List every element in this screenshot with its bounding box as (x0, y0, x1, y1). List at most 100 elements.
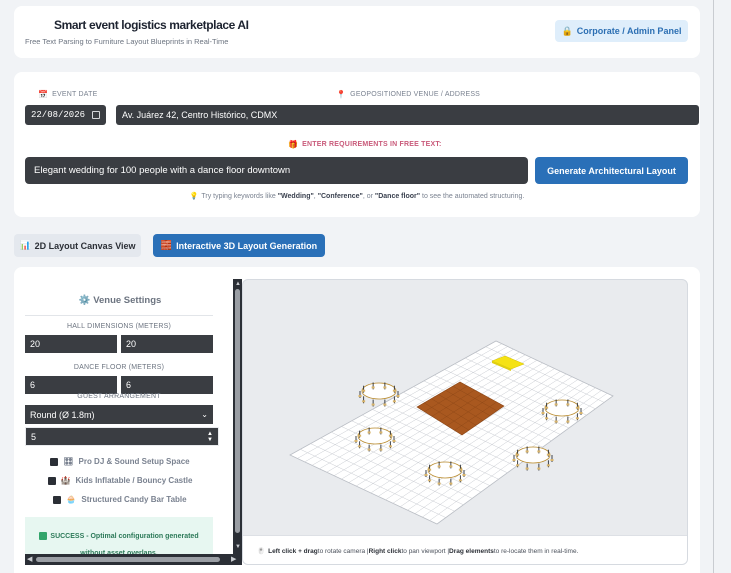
castle-icon: 🏰 (60, 476, 71, 485)
page-scrollbar[interactable] (713, 0, 714, 573)
tab-2d-label: 2D Layout Canvas View (34, 240, 136, 251)
chair-seat (462, 474, 466, 476)
guest-arrangement-label: GUEST ARRANGEMENT (77, 393, 161, 400)
chair-seat (367, 448, 371, 451)
guest-arrangement-value: Round (Ø 1.8m) (30, 409, 95, 420)
3d-scene[interactable] (243, 280, 688, 535)
chair-seat (449, 482, 453, 485)
chair-seat (449, 465, 453, 468)
calendar-icon: 📅 (38, 90, 49, 99)
chair-seat (379, 448, 383, 451)
3d-viewport[interactable]: 🖱️ Left click + drag to rotate camera | R… (242, 279, 688, 565)
settings-vertical-scrollbar[interactable]: ▲ ▼ (233, 279, 242, 554)
tab-2d-layout[interactable]: 📊 2D Layout Canvas View (14, 234, 141, 257)
chair-seat (383, 403, 387, 406)
scroll-right-icon[interactable]: ▶ (231, 555, 236, 563)
venue-label-text: GEOPOSITIONED VENUE / ADDRESS (350, 91, 481, 98)
mouse-icon: 🖱️ (257, 548, 266, 555)
chair-seat (367, 431, 371, 434)
event-date-input[interactable]: 22/08/2026 (25, 105, 106, 125)
admin-panel-button[interactable]: 🔒 Corporate / Admin Panel (555, 20, 688, 42)
hall-length-value: 20 (126, 339, 137, 349)
venue-address-input[interactable]: Av. Juárez 42, Centro Histórico, CDMX (116, 105, 699, 125)
requirements-label-text: ENTER REQUIREMENTS IN FREE TEXT: (302, 141, 442, 148)
chair-seat (358, 395, 362, 397)
dj-setup-label: Pro DJ & Sound Setup Space (78, 457, 190, 466)
gear-icon: ⚙️ (78, 295, 91, 306)
chair-seat (358, 445, 362, 448)
divider (25, 315, 213, 316)
chair-seat (392, 389, 396, 392)
chair-seat (546, 453, 550, 456)
event-form: 📅 EVENT DATE 📍 GEOPOSITIONED VENUE / ADD… (14, 72, 700, 217)
chair-seat (358, 434, 362, 437)
chair-seat (362, 400, 366, 403)
chair-seat (541, 412, 545, 414)
chair-seat (354, 440, 358, 442)
dance-floor-width-input[interactable]: 6 (25, 376, 117, 394)
venue-address-value: Av. Juárez 42, Centro Histórico, CDMX (122, 110, 278, 120)
venue-settings-panel[interactable]: ⚙️ Venue Settings HALL DIMENSIONS (METER… (25, 279, 242, 565)
chair-seat (371, 403, 375, 406)
chair-seat (554, 420, 558, 423)
requirements-value: Elegant wedding for 100 people with a da… (34, 165, 291, 176)
hint-keyword-dance-floor: "Dance floor" (374, 193, 421, 200)
horizontal-scroll-thumb[interactable] (36, 557, 220, 562)
instr-rotate-text: to rotate camera | (317, 547, 369, 555)
table-top (361, 382, 397, 400)
map-pin-icon: 📍 (336, 90, 347, 99)
chair-seat (525, 467, 529, 470)
tab-3d-layout[interactable]: 🧱 Interactive 3D Layout Generation (153, 234, 325, 257)
admin-panel-label: Corporate / Admin Panel (576, 26, 682, 36)
keyword-hint: 💡 Try typing keywords like "Wedding", "Co… (14, 192, 700, 200)
viewport-instructions: 🖱️ Left click + drag to rotate camera | R… (243, 535, 687, 564)
chair-seat (396, 395, 400, 397)
chair-seat (579, 412, 583, 414)
date-picker-icon[interactable] (92, 111, 100, 119)
scroll-left-icon[interactable]: ◀ (27, 555, 32, 563)
chair-seat (371, 386, 375, 389)
chair-seat (388, 445, 392, 448)
hint-suffix: to see the automated structuring. (420, 193, 525, 200)
settings-horizontal-scrollbar[interactable]: ◀ ▶ (25, 554, 242, 565)
chair-seat (362, 389, 366, 392)
app-header: Smart event logistics marketplace AI Fre… (14, 6, 700, 58)
dj-setup-checkbox[interactable] (50, 457, 59, 466)
hall-width-input[interactable]: 20 (25, 335, 117, 353)
option-bouncy-castle[interactable]: 🏰 Kids Inflatable / Bouncy Castle (25, 476, 215, 485)
chair-seat (383, 386, 387, 389)
option-candy-bar[interactable]: 🧁 Structured Candy Bar Table (25, 495, 215, 504)
hint-sep: , or (362, 193, 375, 200)
tab-3d-label: Interactive 3D Layout Generation (176, 240, 318, 251)
vertical-scroll-thumb[interactable] (235, 289, 240, 533)
bouncy-castle-label: Kids Inflatable / Bouncy Castle (75, 476, 193, 485)
instr-drag-key: Drag elements (449, 547, 494, 555)
table-count-value: 5 (31, 431, 37, 442)
generate-layout-button[interactable]: Generate Architectural Layout (535, 157, 688, 184)
requirements-input[interactable]: Elegant wedding for 100 people with a da… (25, 157, 528, 184)
table-count-input[interactable]: 5 ▲ ▼ (25, 427, 219, 446)
venue-settings-title: ⚙️ Venue Settings (25, 295, 215, 306)
scroll-down-icon[interactable]: ▼ (235, 544, 241, 550)
spinner-arrows-icon[interactable]: ▲ ▼ (207, 431, 213, 443)
app-title: Smart event logistics marketplace AI (54, 18, 249, 32)
chair-seat (566, 420, 570, 423)
event-date-label: 📅 EVENT DATE (38, 90, 97, 99)
candy-bar-checkbox[interactable] (53, 495, 62, 504)
chair-seat (525, 450, 529, 453)
bouncy-castle-checkbox[interactable] (47, 476, 56, 485)
dance-floor-length-input[interactable]: 6 (121, 376, 213, 394)
chair-seat (546, 464, 550, 467)
chair-seat (537, 467, 541, 470)
table-top (544, 399, 580, 417)
chair-seat (516, 453, 520, 456)
check-icon (39, 532, 48, 541)
cupcake-icon: 🧁 (66, 495, 77, 504)
scroll-up-icon[interactable]: ▲ (235, 281, 241, 287)
hint-prefix: Try typing keywords like (201, 193, 278, 200)
event-date-value: 22/08/2026 (31, 110, 86, 120)
chair-seat (512, 459, 516, 461)
hall-length-input[interactable]: 20 (121, 335, 213, 353)
guest-arrangement-select[interactable]: Round (Ø 1.8m) ⌄ (25, 405, 213, 424)
option-dj-setup[interactable]: 🎛 Pro DJ & Sound Setup Space (25, 457, 215, 466)
